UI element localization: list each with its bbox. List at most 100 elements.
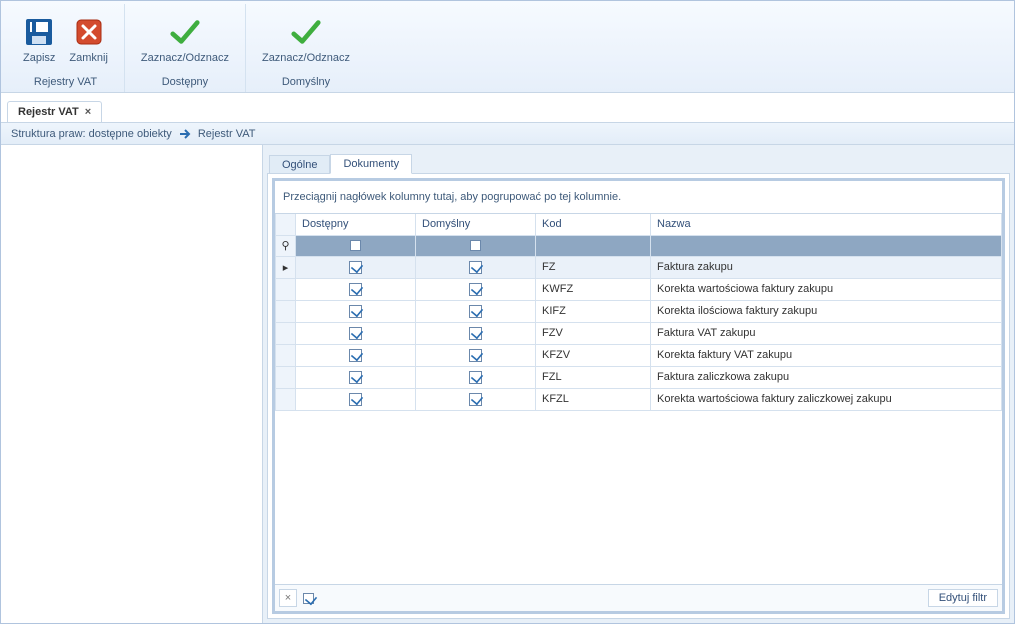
tab-dokumenty[interactable]: Dokumenty [330,154,412,174]
document-tabs: Rejestr VAT × [1,93,1014,123]
col-domyslny-header[interactable]: Domyślny [416,214,536,235]
cell-dostepny[interactable] [296,278,416,300]
checkbox-icon[interactable] [349,327,362,340]
cell-nazwa[interactable]: Korekta wartościowa faktury zakupu [651,278,1002,300]
filter-key-icon[interactable]: ⚲ [276,235,296,256]
toggle-dostepny-button[interactable]: Zaznacz/Odznacz [141,16,229,64]
grid-panel: Przeciągnij nagłówek kolumny tutaj, aby … [267,173,1010,619]
row-indicator [276,366,296,388]
edit-filter-button[interactable]: Edytuj filtr [928,589,998,607]
row-indicator: ▸ [276,256,296,278]
checkbox-icon[interactable] [469,349,482,362]
close-label: Zamknij [69,52,108,64]
cell-nazwa[interactable]: Faktura VAT zakupu [651,322,1002,344]
table-row[interactable]: FZLFaktura zaliczkowa zakupu [276,366,1002,388]
checkbox-icon[interactable] [350,240,361,251]
cell-kod[interactable]: FZ [536,256,651,278]
cell-dostepny[interactable] [296,256,416,278]
checkbox-icon[interactable] [349,349,362,362]
cell-domyslny[interactable] [416,256,536,278]
table-row[interactable]: ▸ FZFaktura zakupu [276,256,1002,278]
toggle-dostepny-label: Zaznacz/Odznacz [141,52,229,64]
cell-kod[interactable]: KFZV [536,344,651,366]
ribbon-group-domyslny: Zaznacz/Odznacz Domyślny [246,4,366,92]
cell-domyslny[interactable] [416,322,536,344]
col-nazwa-header[interactable]: Nazwa [651,214,1002,235]
cell-domyslny[interactable] [416,300,536,322]
table-row[interactable]: KWFZKorekta wartościowa faktury zakupu [276,278,1002,300]
cell-nazwa[interactable]: Korekta wartościowa faktury zaliczkowej … [651,388,1002,410]
grid-scroll[interactable]: Dostępny Domyślny Kod Nazwa ⚲ [275,214,1002,584]
document-tab-rejestr-vat[interactable]: Rejestr VAT × [7,101,102,122]
cell-kod[interactable]: KIFZ [536,300,651,322]
content-pane: Ogólne Dokumenty Przeciągnij nagłówek ko… [263,145,1014,623]
cell-dostepny[interactable] [296,388,416,410]
toggle-domyslny-label: Zaznacz/Odznacz [262,52,350,64]
clear-filter-button[interactable]: × [279,589,297,607]
cell-nazwa[interactable]: Faktura zakupu [651,256,1002,278]
cell-domyslny[interactable] [416,344,536,366]
checkbox-icon[interactable] [469,393,482,406]
cell-kod[interactable]: KFZL [536,388,651,410]
checkbox-icon[interactable] [349,261,362,274]
footer-checkbox[interactable] [303,593,314,604]
cell-nazwa[interactable]: Korekta ilościowa faktury zakupu [651,300,1002,322]
grid-inner: Przeciągnij nagłówek kolumny tutaj, aby … [272,178,1005,614]
ribbon-group-title: Rejestry VAT [34,76,97,92]
chevron-right-icon [178,128,192,140]
cell-dostepny[interactable] [296,322,416,344]
save-icon [23,16,55,48]
app-window: Zapisz Zamknij Rejestry VAT [0,0,1015,624]
cell-dostepny[interactable] [296,366,416,388]
filter-row: ⚲ [276,235,1002,256]
cell-dostepny[interactable] [296,300,416,322]
documents-table: Dostępny Domyślny Kod Nazwa ⚲ [275,214,1002,411]
col-kod-header[interactable]: Kod [536,214,651,235]
checkbox-icon[interactable] [470,240,481,251]
breadcrumb-root[interactable]: Struktura praw: dostępne obiekty [11,128,172,140]
save-button[interactable]: Zapisz [23,16,55,64]
tab-ogolne[interactable]: Ogólne [269,155,330,174]
checkbox-icon[interactable] [349,393,362,406]
cell-domyslny[interactable] [416,278,536,300]
checkbox-icon[interactable] [469,283,482,296]
table-row[interactable]: KFZLKorekta wartościowa faktury zaliczko… [276,388,1002,410]
row-indicator [276,322,296,344]
col-dostepny-header[interactable]: Dostępny [296,214,416,235]
close-button[interactable]: Zamknij [69,16,108,64]
filter-kod[interactable] [536,235,651,256]
filter-domyslny[interactable] [416,235,536,256]
table-row[interactable]: KIFZKorekta ilościowa faktury zakupu [276,300,1002,322]
cell-domyslny[interactable] [416,388,536,410]
checkbox-icon[interactable] [469,261,482,274]
cell-nazwa[interactable]: Korekta faktury VAT zakupu [651,344,1002,366]
ribbon-group-dostepny: Zaznacz/Odznacz Dostępny [125,4,246,92]
tab-close-icon[interactable]: × [85,106,91,118]
ribbon-group-title: Domyślny [282,76,330,92]
checkbox-icon[interactable] [349,305,362,318]
filter-nazwa[interactable] [651,235,1002,256]
row-indicator [276,300,296,322]
group-by-hint[interactable]: Przeciągnij nagłówek kolumny tutaj, aby … [275,181,1002,214]
cell-kod[interactable]: FZV [536,322,651,344]
checkbox-icon[interactable] [469,371,482,384]
cell-kod[interactable]: KWFZ [536,278,651,300]
ribbon-group-title: Dostępny [162,76,208,92]
toggle-domyslny-button[interactable]: Zaznacz/Odznacz [262,16,350,64]
cell-domyslny[interactable] [416,366,536,388]
filter-dostepny[interactable] [296,235,416,256]
check-icon [290,16,322,48]
cell-nazwa[interactable]: Faktura zaliczkowa zakupu [651,366,1002,388]
cell-kod[interactable]: FZL [536,366,651,388]
table-row[interactable]: FZVFaktura VAT zakupu [276,322,1002,344]
checkbox-icon[interactable] [349,283,362,296]
checkbox-icon[interactable] [469,305,482,318]
document-tab-label: Rejestr VAT [18,106,79,118]
row-indicator [276,344,296,366]
row-indicator [276,278,296,300]
checkbox-icon[interactable] [469,327,482,340]
cell-dostepny[interactable] [296,344,416,366]
table-row[interactable]: KFZVKorekta faktury VAT zakupu [276,344,1002,366]
checkbox-icon[interactable] [349,371,362,384]
close-icon [73,16,105,48]
